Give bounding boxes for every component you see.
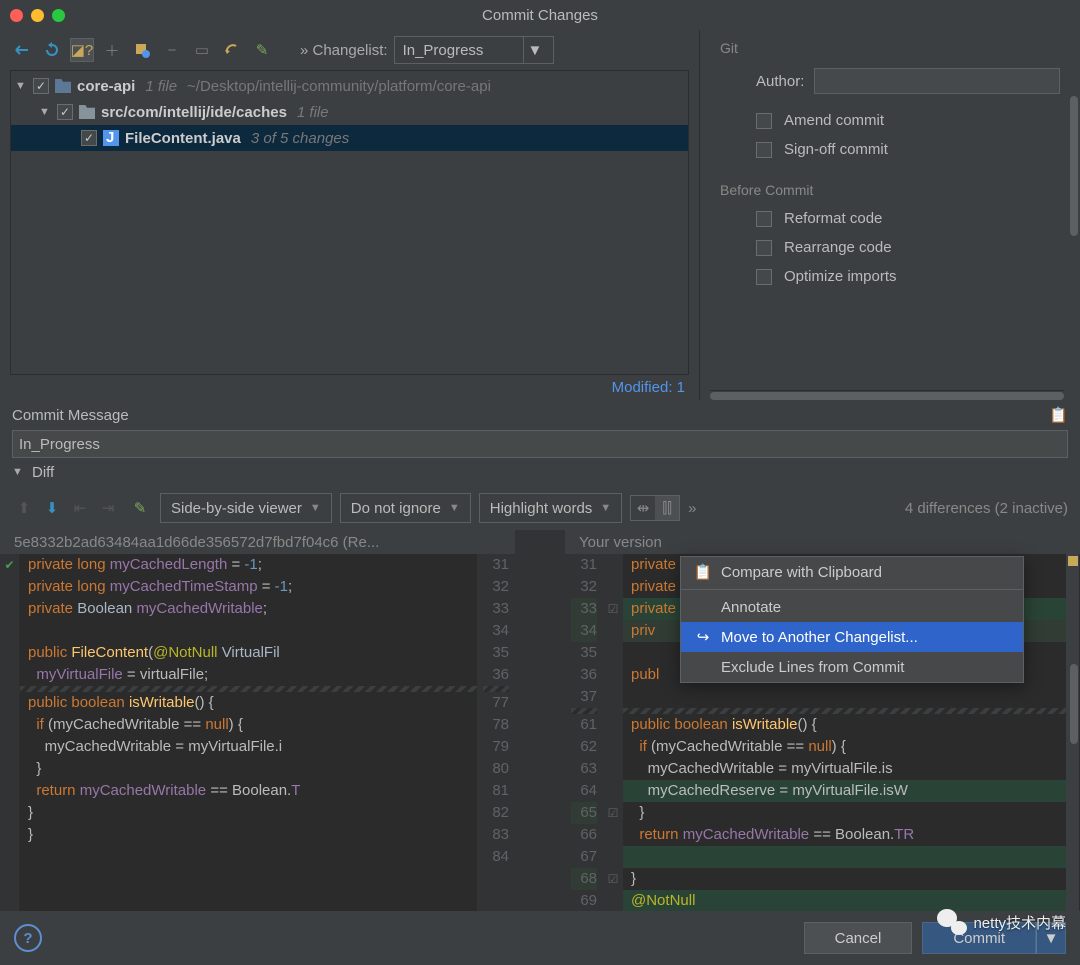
rearrange-label: Rearrange code — [784, 239, 892, 256]
title-bar: Commit Changes — [0, 0, 1080, 30]
diff-connector — [515, 530, 565, 965]
window-title: Commit Changes — [0, 7, 1080, 24]
ctx-compare-clipboard[interactable]: 📋 Compare with Clipboard — [681, 557, 1023, 587]
group-icon[interactable]: ▭ — [190, 38, 214, 62]
changelist-icon[interactable]: ◪? — [70, 38, 94, 62]
checkbox[interactable]: ✓ — [33, 78, 49, 94]
optimize-label: Optimize imports — [784, 268, 897, 285]
changelist-label: » Changelist: — [300, 42, 388, 59]
ignore-select[interactable]: Do not ignore▼ — [340, 493, 471, 523]
prev-file-icon[interactable]: ⇤ — [68, 496, 92, 520]
file-toolbar: ◪? ＋ − ▭ ✎ » Changelist: In_Progress ▼ — [0, 30, 699, 70]
ctx-move-changelist[interactable]: ↪ Move to Another Changelist... — [681, 622, 1023, 652]
viewer-mode-select[interactable]: Side-by-side viewer▼ — [160, 493, 332, 523]
commit-options-panel: Git Author: Amend commit Sign-off commit… — [700, 30, 1080, 400]
refresh-icon[interactable] — [40, 38, 64, 62]
expand-icon[interactable]: ✎ — [250, 38, 274, 62]
scrollbar[interactable] — [1070, 96, 1078, 236]
left-code[interactable]: private long myCachedLength = -1; privat… — [20, 554, 477, 965]
reformat-label: Reformat code — [784, 210, 882, 227]
delete-icon[interactable]: − — [160, 38, 184, 62]
checkbox[interactable]: ✓ — [81, 130, 97, 146]
diff-toolbar: ⬆ ⬇ ⇤ ⇥ ✎ Side-by-side viewer▼ Do not ig… — [0, 486, 1080, 530]
changelist-select[interactable]: In_Progress ▼ — [394, 36, 555, 64]
diff-summary: 4 differences (2 inactive) — [905, 500, 1068, 517]
next-file-icon[interactable]: ⇥ — [96, 496, 120, 520]
left-line-numbers: 3132333435367778798081828384 — [477, 554, 515, 965]
chevrons: » — [688, 500, 696, 517]
optimize-checkbox[interactable] — [756, 269, 772, 285]
rearrange-checkbox[interactable] — [756, 240, 772, 256]
amend-checkbox[interactable] — [756, 113, 772, 129]
commit-message-input[interactable] — [12, 430, 1068, 458]
right-pane-header: Your version — [565, 530, 1080, 554]
wechat-icon — [937, 909, 967, 935]
tree-root-row[interactable]: ▼ ✓ core-api 1 file ~/Desktop/intellij-c… — [11, 73, 688, 99]
next-diff-icon[interactable]: ⬇ — [40, 496, 64, 520]
signoff-checkbox[interactable] — [756, 142, 772, 158]
tree-folder-row[interactable]: ▼ ✓ src/com/intellij/ide/caches 1 file — [11, 99, 688, 125]
diff-label: Diff — [32, 464, 54, 481]
ctx-annotate[interactable]: Annotate — [681, 592, 1023, 622]
checkbox[interactable]: ✓ — [57, 104, 73, 120]
code-scrollbar[interactable] — [1070, 664, 1078, 744]
file-tree[interactable]: ▼ ✓ core-api 1 file ~/Desktop/intellij-c… — [10, 70, 689, 375]
left-pane-header: 5e8332b2ad63484aa1d66de356572d7fbd7f04c6… — [0, 530, 515, 554]
prev-diff-icon[interactable]: ⬆ — [12, 496, 36, 520]
changelist-value: In_Progress — [403, 42, 484, 59]
svg-text:J: J — [106, 130, 114, 146]
author-input[interactable] — [814, 68, 1060, 94]
cancel-button[interactable]: Cancel — [804, 922, 913, 954]
history-icon[interactable]: 📋 — [1049, 406, 1068, 424]
before-commit-label: Before Commit — [720, 182, 1060, 198]
chevron-down-icon: ▼ — [523, 37, 545, 63]
highlight-select[interactable]: Highlight words▼ — [479, 493, 622, 523]
rollback-icon[interactable] — [130, 38, 154, 62]
context-menu: 📋 Compare with Clipboard Annotate ↪ Move… — [680, 556, 1024, 683]
sync-scroll-icon[interactable]: ⫿⫿ — [655, 496, 679, 520]
folder-icon — [79, 105, 95, 119]
dialog-button-bar: ? Cancel Commit ▼ — [0, 911, 1080, 965]
signoff-label: Sign-off commit — [784, 141, 888, 158]
clipboard-icon: 📋 — [695, 564, 711, 580]
commit-message-label: Commit Message — [12, 407, 129, 424]
git-section-label: Git — [720, 40, 1060, 56]
include-gutter[interactable]: ☑☑☑☑ — [603, 554, 623, 965]
collapse-unchanged-icon[interactable]: ⇹ — [631, 496, 655, 520]
add-icon[interactable]: ＋ — [100, 38, 124, 62]
amend-label: Amend commit — [784, 112, 884, 129]
diff-left-pane: 5e8332b2ad63484aa1d66de356572d7fbd7f04c6… — [0, 530, 515, 965]
help-button[interactable]: ? — [14, 924, 42, 952]
show-diff-icon[interactable] — [10, 38, 34, 62]
modified-count: Modified: 1 — [612, 379, 685, 396]
undo-icon[interactable] — [220, 38, 244, 62]
right-line-numbers: 3132333435363761626364656667686970 — [565, 554, 603, 965]
author-label: Author: — [756, 73, 804, 90]
watermark: netty技术内幕 — [937, 909, 1066, 935]
edit-icon[interactable]: ✎ — [128, 496, 152, 520]
ctx-exclude-lines[interactable]: Exclude Lines from Commit — [681, 652, 1023, 682]
move-icon: ↪ — [695, 629, 711, 645]
tree-file-row[interactable]: ✓ J FileContent.java 3 of 5 changes — [11, 125, 688, 151]
java-file-icon: J — [103, 130, 119, 146]
reformat-checkbox[interactable] — [756, 211, 772, 227]
module-icon — [55, 79, 71, 93]
diff-collapse-arrow[interactable]: ▼ — [12, 466, 24, 478]
